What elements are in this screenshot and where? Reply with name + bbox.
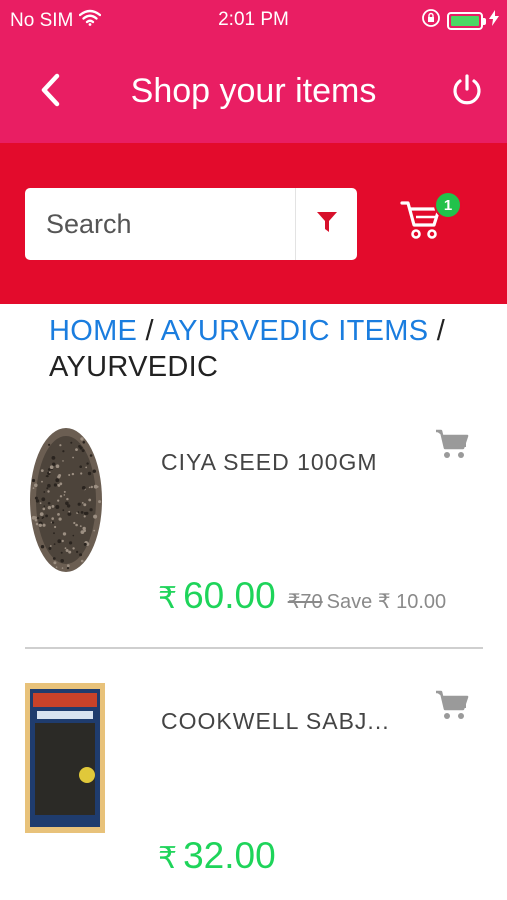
add-to-cart-button[interactable]: [435, 689, 469, 721]
battery-icon: [447, 11, 486, 30]
price-value: 32.00: [183, 835, 276, 876]
power-icon: [450, 73, 484, 112]
filter-icon: [316, 211, 337, 238]
price: ₹60.00: [158, 575, 276, 617]
price-row: ₹60.00 ₹70 Save ₹ 10.00: [158, 575, 446, 617]
breadcrumb-category[interactable]: AYURVEDIC ITEMS: [161, 315, 429, 347]
cart-icon: [435, 429, 469, 464]
breadcrumb-current: AYURVEDIC: [49, 351, 219, 383]
product-card[interactable]: CIYA SEED 100GM ₹60.00 ₹70 Save ₹ 10.00: [0, 400, 507, 645]
breadcrumb: HOME / AYURVEDIC ITEMS / AYURVEDIC: [49, 313, 489, 385]
savings-text: Save ₹ 10.00: [326, 591, 447, 613]
search-input[interactable]: [25, 188, 295, 260]
product-divider: [25, 647, 483, 649]
status-bar: No SIM 2:01 PM: [0, 0, 507, 40]
cart-count-badge: 1: [434, 191, 462, 219]
price-value: 60.00: [183, 575, 276, 616]
logout-button[interactable]: [445, 70, 489, 114]
currency-symbol: ₹: [158, 582, 178, 615]
product-name[interactable]: CIYA SEED 100GM: [161, 449, 378, 476]
search-box: [25, 188, 357, 260]
breadcrumb-home[interactable]: HOME: [49, 315, 137, 347]
filter-button[interactable]: [295, 188, 357, 260]
product-image-chia-seeds[interactable]: [25, 420, 107, 575]
header-cart-button[interactable]: 1: [400, 191, 470, 243]
status-right: [421, 8, 499, 33]
currency-symbol: ₹: [158, 842, 178, 875]
product-name[interactable]: COOKWELL SABJ...: [161, 708, 390, 735]
original-price: ₹70: [287, 591, 323, 613]
page-title: Shop your items: [130, 72, 377, 110]
charging-icon: [489, 10, 499, 31]
add-to-cart-button[interactable]: [435, 428, 469, 460]
product-card[interactable]: COOKWELL SABJ... ₹32.00: [0, 665, 507, 900]
orientation-lock-icon: [421, 8, 441, 33]
price: ₹32.00: [158, 835, 276, 877]
battery-level: [451, 15, 479, 26]
product-image-sabja-seeds[interactable]: [25, 683, 105, 833]
search-band: 1: [0, 143, 507, 304]
price-row: ₹32.00: [158, 835, 292, 877]
app-header: Shop your items: [0, 40, 507, 143]
breadcrumb-separator: /: [428, 315, 446, 347]
cart-icon: [435, 690, 469, 725]
breadcrumb-separator: /: [137, 315, 161, 347]
